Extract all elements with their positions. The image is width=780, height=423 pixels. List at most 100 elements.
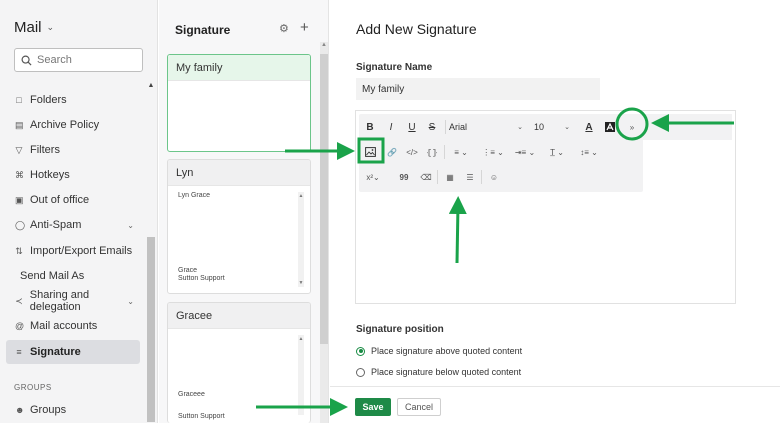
source-code-icon: ⦃⦄	[426, 147, 438, 157]
sidebar-item-sharing[interactable]: ≺ Sharing and delegation ⌄	[6, 289, 140, 313]
sidebar-item-send-mail-as[interactable]: Send Mail As	[6, 264, 140, 288]
sidebar-item-out-of-office[interactable]: ▣ Out of office	[6, 188, 140, 212]
add-signature-button[interactable]: +	[300, 19, 309, 36]
share-icon: ≺	[15, 295, 23, 306]
signature-name-label: Signature Name	[356, 62, 433, 73]
font-size-select[interactable]: 10 ⌄	[534, 117, 570, 137]
scroll-up-arrow-icon[interactable]: ▲	[298, 335, 304, 343]
users-icon: ☻	[15, 405, 25, 415]
option-above-label: Place signature above quoted content	[371, 346, 523, 356]
at-sign-icon: @	[15, 321, 25, 331]
sidebar-item-groups[interactable]: ☻ Groups	[6, 398, 140, 422]
cancel-button[interactable]: Cancel	[397, 398, 441, 416]
sidebar-item-mail-accounts[interactable]: @ Mail accounts	[6, 314, 140, 338]
sidebar-item-label: Folders	[30, 94, 67, 106]
horizontal-rule-icon: ☰	[466, 172, 474, 182]
sidebar-item-anti-spam[interactable]: ◯ Anti-Spam ⌄	[6, 213, 140, 237]
code-button[interactable]: </>	[404, 142, 420, 162]
chevron-down-icon: ⌄	[372, 172, 380, 182]
signature-card-name: Gracee	[168, 303, 310, 329]
page-title: Add New Signature	[356, 21, 477, 37]
clear-formatting-button[interactable]: ⌫	[418, 167, 434, 187]
option-above-quoted[interactable]: Place signature above quoted content	[356, 346, 522, 356]
bold-button[interactable]: B	[362, 117, 378, 137]
save-button[interactable]: Save	[355, 398, 391, 416]
app-switcher[interactable]: Mail ⌄	[14, 19, 54, 36]
font-family-select[interactable]: Arial ⌄	[449, 117, 523, 137]
radio-below[interactable]	[356, 367, 365, 377]
sidebar-item-label: Filters	[30, 144, 60, 156]
text-color-button[interactable]: A	[581, 117, 597, 137]
settings-sidebar: Mail ⌄ ▲ □ Folders ▤ Archive Policy ▽ Fi…	[0, 0, 158, 423]
signature-preview-line: Lyn Grace	[178, 192, 211, 199]
underline-button[interactable]: U	[404, 117, 420, 137]
import-export-icon: ⇅	[15, 245, 23, 256]
folder-icon: □	[16, 95, 22, 105]
toolbar-divider	[444, 145, 445, 159]
toolbar-divider	[481, 170, 482, 184]
indent-select[interactable]: ⇥≡ ⌄	[514, 142, 536, 162]
align-select[interactable]: ≡ ⌄	[450, 142, 472, 162]
signature-card-my-family[interactable]: My family	[167, 54, 311, 152]
sidebar-item-signature[interactable]: ≡ Signature	[6, 340, 140, 364]
italic-button[interactable]: I	[383, 117, 399, 137]
signature-card-lyn[interactable]: Lyn Lyn Grace Grace Sutton Support ▲ ▼	[167, 159, 311, 294]
font-size-value: 10	[534, 122, 545, 132]
clear-format-select[interactable]: T̲ ⌄	[546, 142, 568, 162]
sidebar-item-import-export[interactable]: ⇅ Import/Export Emails	[6, 239, 140, 263]
insert-image-button[interactable]	[362, 142, 378, 162]
footer-divider	[330, 386, 780, 387]
strikethrough-button[interactable]: S	[424, 117, 440, 137]
search-input[interactable]	[37, 54, 132, 66]
superscript-select[interactable]: x² ⌄	[362, 167, 384, 187]
option-below-quoted[interactable]: Place signature below quoted content	[356, 367, 521, 377]
filter-icon: ▽	[15, 144, 23, 155]
scrollbar-thumb[interactable]	[320, 54, 328, 344]
line-spacing-select[interactable]: ↕≡ ⌄	[578, 142, 600, 162]
insert-table-button[interactable]: ▦	[442, 167, 458, 187]
blockquote-button[interactable]: 99	[396, 167, 412, 187]
signature-preview-line: Graceee	[178, 391, 205, 398]
insert-emoji-button[interactable]: ☺	[486, 167, 502, 187]
scroll-up-arrow-icon[interactable]: ▲	[320, 42, 328, 48]
sidebar-item-folders[interactable]: □ Folders	[6, 88, 140, 112]
indent-icon: ⇥≡ ⌄	[514, 147, 536, 157]
insert-link-button[interactable]: 🔗	[384, 142, 400, 162]
background-color-button[interactable]	[602, 117, 618, 137]
scroll-up-arrow-icon[interactable]: ▲	[298, 192, 304, 200]
scroll-up-arrow-icon[interactable]: ▲	[147, 82, 155, 90]
chevron-down-icon: ⌄	[46, 22, 55, 32]
scroll-down-arrow-icon[interactable]: ▼	[298, 279, 304, 287]
signature-name-input[interactable]	[356, 78, 600, 100]
signature-card-gracee[interactable]: Gracee Graceee Sutton Support ▲	[167, 302, 311, 423]
sidebar-item-label: Hotkeys	[30, 169, 70, 181]
image-icon	[364, 147, 376, 157]
gear-icon[interactable]: ⚙	[279, 22, 289, 35]
signature-list-scrollbar[interactable]: ▲	[320, 42, 328, 423]
search-box[interactable]	[14, 48, 143, 72]
sidebar-item-hotkeys[interactable]: ⌘ Hotkeys	[6, 163, 140, 187]
sidebar-item-label: Signature	[30, 346, 81, 358]
scrollbar-thumb[interactable]	[147, 237, 155, 422]
sidebar-item-label: Anti-Spam	[30, 219, 82, 231]
sidebar-item-archive-policy[interactable]: ▤ Archive Policy	[6, 113, 140, 137]
html-source-button[interactable]: ⦃⦄	[424, 142, 440, 162]
signature-list-title: Signature	[175, 23, 231, 37]
double-chevron-down-icon: »	[629, 122, 635, 132]
sidebar-scrollbar[interactable]: ▲	[147, 82, 155, 422]
more-options-button[interactable]: »	[624, 117, 640, 137]
align-left-icon: ≡ ⌄	[454, 147, 468, 157]
preview-scrollbar[interactable]: ▲ ▼	[298, 192, 304, 287]
command-key-icon: ⌘	[15, 169, 24, 180]
sidebar-item-label: Sharing and delegation	[29, 289, 90, 313]
sidebar-item-filters[interactable]: ▽ Filters	[6, 138, 140, 162]
signature-card-name: Lyn	[168, 160, 310, 186]
bulleted-list-select[interactable]: ⋮≡ ⌄	[482, 142, 504, 162]
signature-card-name: My family	[168, 55, 310, 81]
preview-scrollbar[interactable]: ▲	[298, 335, 304, 415]
link-icon: 🔗	[387, 147, 397, 157]
superscript-label: x²	[366, 172, 373, 182]
radio-above[interactable]	[356, 346, 365, 356]
signature-editor[interactable]: B I U S Arial ⌄ 10 ⌄ A » 🔗 </> ⦃⦄ ≡ ⌄ ⋮≡…	[355, 110, 736, 304]
insert-divider-button[interactable]: ☰	[462, 167, 478, 187]
